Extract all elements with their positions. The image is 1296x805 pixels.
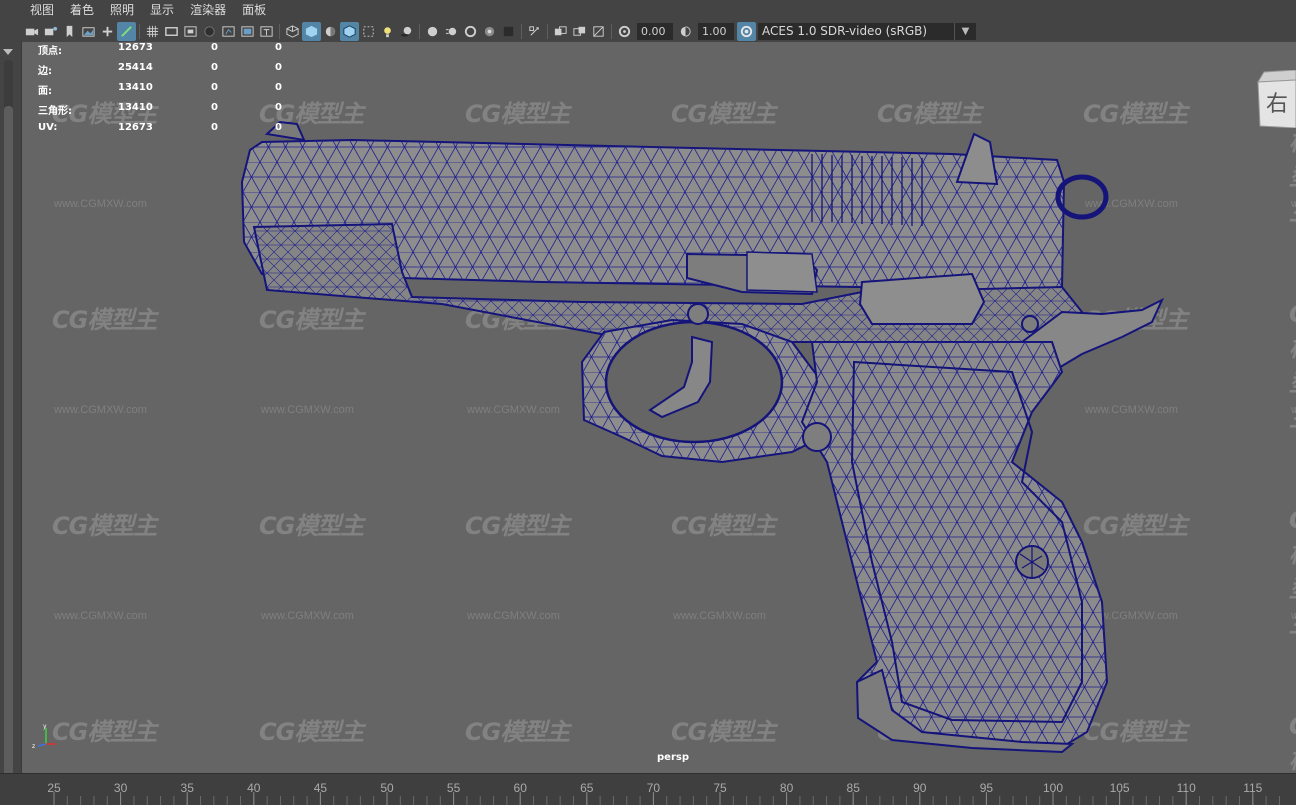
camera-name-label: persp — [657, 752, 689, 763]
grease-pencil-icon[interactable] — [117, 22, 136, 41]
color-space-value: ACES 1.0 SDR-video (sRGB) — [762, 24, 928, 38]
timeline-tick-label: 75 — [713, 781, 727, 795]
view-cube[interactable]: 右 — [1248, 69, 1296, 129]
poly-count-hud: 顶点: 12673 0 0 边: 25414 0 0 面: 13410 0 0 三角形: 13410… — [38, 42, 298, 142]
chevron-down-icon: ▼ — [954, 23, 972, 40]
axis-gizmo: y z — [32, 723, 56, 750]
timeline-tick-label: 60 — [514, 781, 528, 795]
menu-shading[interactable]: 着色 — [62, 0, 102, 21]
toolbar-divider — [139, 24, 140, 39]
toolbar-divider — [521, 24, 522, 39]
xray-joints-icon[interactable] — [525, 22, 544, 41]
wireframe-icon[interactable] — [283, 22, 302, 41]
hud-row-uvs: UV: 12673 0 0 — [38, 122, 282, 133]
exposure-icon[interactable] — [615, 22, 634, 41]
panel-menu-bar: 视图 着色 照明 显示 渲染器 面板 — [0, 0, 1296, 21]
gate-mask-icon[interactable] — [200, 22, 219, 41]
timeline-tick-label: 40 — [247, 781, 261, 795]
timeline-tick-label: 110 — [1177, 781, 1196, 795]
xray-active-icon[interactable] — [551, 22, 570, 41]
hud-row-faces: 面: 13410 0 0 — [38, 82, 282, 97]
timeline-tick-label: 65 — [580, 781, 594, 795]
gamma-icon[interactable] — [676, 22, 695, 41]
hud-row-triangles: 三角形: 13410 0 0 — [38, 102, 282, 117]
timeline-tick-label: 115 — [1243, 781, 1262, 795]
toolbar-divider — [611, 24, 612, 39]
svg-text:z: z — [32, 743, 35, 750]
timeline-tick-label: 85 — [847, 781, 861, 795]
ambient-occlusion-icon[interactable] — [423, 22, 442, 41]
panel-toolbar: 0.00 1.00 ACES 1.0 SDR-video (sRGB) ▼ — [0, 21, 1296, 42]
timeline-tick-label: 80 — [780, 781, 794, 795]
timeline-tick-label: 95 — [980, 781, 994, 795]
menu-renderer[interactable]: 渲染器 — [182, 0, 234, 21]
smooth-shade-icon[interactable] — [302, 22, 321, 41]
hud-row-edges: 边: 25414 0 0 — [38, 62, 282, 77]
resolution-gate-icon[interactable] — [181, 22, 200, 41]
timeline-tick-label: 70 — [647, 781, 661, 795]
2d-pan-zoom-icon[interactable] — [98, 22, 117, 41]
timeline-tick-label: 55 — [447, 781, 461, 795]
toolbar-divider — [419, 24, 420, 39]
timeline-tick-label: 105 — [1110, 781, 1130, 795]
collapse-arrow-icon[interactable] — [0, 44, 18, 60]
timeline-tick-label: 25 — [47, 781, 61, 795]
menu-panels[interactable]: 面板 — [234, 0, 274, 21]
pistol-wireframe-model[interactable] — [22, 42, 1296, 773]
xray-icon[interactable] — [359, 22, 378, 41]
shadows-icon[interactable] — [397, 22, 416, 41]
film-gate-icon[interactable] — [162, 22, 181, 41]
timeline-tick-label: 35 — [181, 781, 195, 795]
bookmark-icon[interactable] — [60, 22, 79, 41]
image-plane-icon[interactable] — [79, 22, 98, 41]
hud-row-vertices: 顶点: 12673 0 0 — [38, 42, 282, 57]
menu-view[interactable]: 视图 — [22, 0, 62, 21]
use-all-lights-icon[interactable] — [378, 22, 397, 41]
svg-text:y: y — [43, 723, 47, 730]
grid-icon[interactable] — [143, 22, 162, 41]
timeline-tick-label: 45 — [314, 781, 328, 795]
anti-aliasing-icon[interactable] — [461, 22, 480, 41]
gamma-field[interactable]: 1.00 — [698, 23, 734, 40]
motion-blur-icon[interactable] — [442, 22, 461, 41]
menu-show[interactable]: 显示 — [142, 0, 182, 21]
time-ruler[interactable]: 25 30 35 40 45 50 55 60 65 70 75 80 85 90 95 100 105 110 1… — [0, 774, 1296, 805]
left-rail — [0, 42, 18, 780]
safe-title-icon[interactable] — [257, 22, 276, 41]
toolbar-divider — [279, 24, 280, 39]
isolate-select-icon[interactable] — [499, 22, 518, 41]
select-camera-icon[interactable] — [22, 22, 41, 41]
safe-action-icon[interactable] — [238, 22, 257, 41]
exposure-field[interactable]: 0.00 — [637, 23, 673, 40]
wireframe-on-shaded-icon[interactable] — [340, 22, 359, 41]
timeline-tick-label: 100 — [1043, 781, 1063, 795]
field-chart-icon[interactable] — [219, 22, 238, 41]
timeline-tick-label: 30 — [114, 781, 128, 795]
3d-viewport[interactable]: CG模型主 CG模型主 CG模型主 CG模型主 CG模型主 CG模型主 CG模型主 CG模型主… — [21, 42, 1296, 773]
toolbar-divider — [547, 24, 548, 39]
default-material-icon[interactable] — [321, 22, 340, 41]
grid-toggle-icon[interactable] — [589, 22, 608, 41]
timeline-tick-label: 50 — [380, 781, 394, 795]
camera-attributes-icon[interactable] — [41, 22, 60, 41]
menu-lighting[interactable]: 照明 — [102, 0, 142, 21]
time-slider[interactable]: 25 30 35 40 45 50 55 60 65 70 75 80 85 90 95 100 105 110 1… — [0, 773, 1296, 805]
depth-of-field-icon[interactable] — [480, 22, 499, 41]
color-space-dropdown[interactable]: ACES 1.0 SDR-video (sRGB) ▼ — [758, 23, 976, 40]
backface-culling-icon[interactable] — [570, 22, 589, 41]
color-management-icon[interactable] — [737, 22, 756, 41]
view-cube-face-label: 右 — [1266, 92, 1289, 117]
scrollbar-thumb[interactable] — [4, 106, 13, 776]
timeline-tick-label: 90 — [913, 781, 927, 795]
